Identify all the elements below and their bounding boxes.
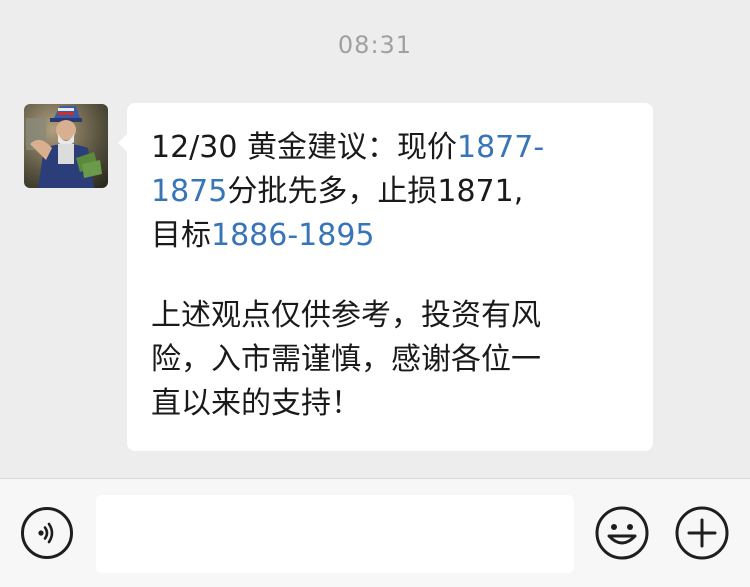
voice-button[interactable] [21, 507, 73, 559]
emoji-button[interactable] [594, 505, 650, 561]
avatar-image [24, 104, 108, 188]
more-button[interactable] [674, 505, 730, 561]
message-line-2: 1875分批先多，止损1871, [151, 170, 633, 214]
message-timestamp: 08:31 [337, 31, 413, 59]
message-text: 目标 [151, 218, 211, 253]
message-line-1: 12/30 黄金建议：现价1877- [151, 126, 633, 170]
plus-icon [675, 506, 729, 560]
price-link[interactable]: 1877- [457, 130, 544, 165]
voice-icon [38, 522, 54, 544]
price-link[interactable]: 1886-1895 [211, 218, 375, 253]
chat-input-bar [0, 478, 750, 587]
message-line-5: 险，入市需谨慎，感谢各位一 [151, 342, 541, 377]
message-text: 12/30 黄金建议：现价 [151, 130, 457, 165]
message-line-3: 目标1886-1895 [151, 214, 633, 258]
message-input[interactable] [96, 495, 574, 573]
message-bubble[interactable]: 12/30 黄金建议：现价1877- 1875分批先多，止损1871, 目标18… [118, 103, 653, 451]
message-line-6: 直以来的支持！ [151, 386, 361, 421]
emoji-icon [595, 506, 649, 560]
message-line-4: 上述观点仅供参考，投资有风 [151, 298, 541, 333]
sender-avatar[interactable] [24, 104, 108, 188]
message-text: 分批先多，止损1871, [227, 174, 524, 209]
chat-area: 08:31 12/30 黄金建议：现价1877- 1875分批先多，止损1871… [0, 0, 750, 478]
price-link[interactable]: 1875 [151, 174, 227, 209]
